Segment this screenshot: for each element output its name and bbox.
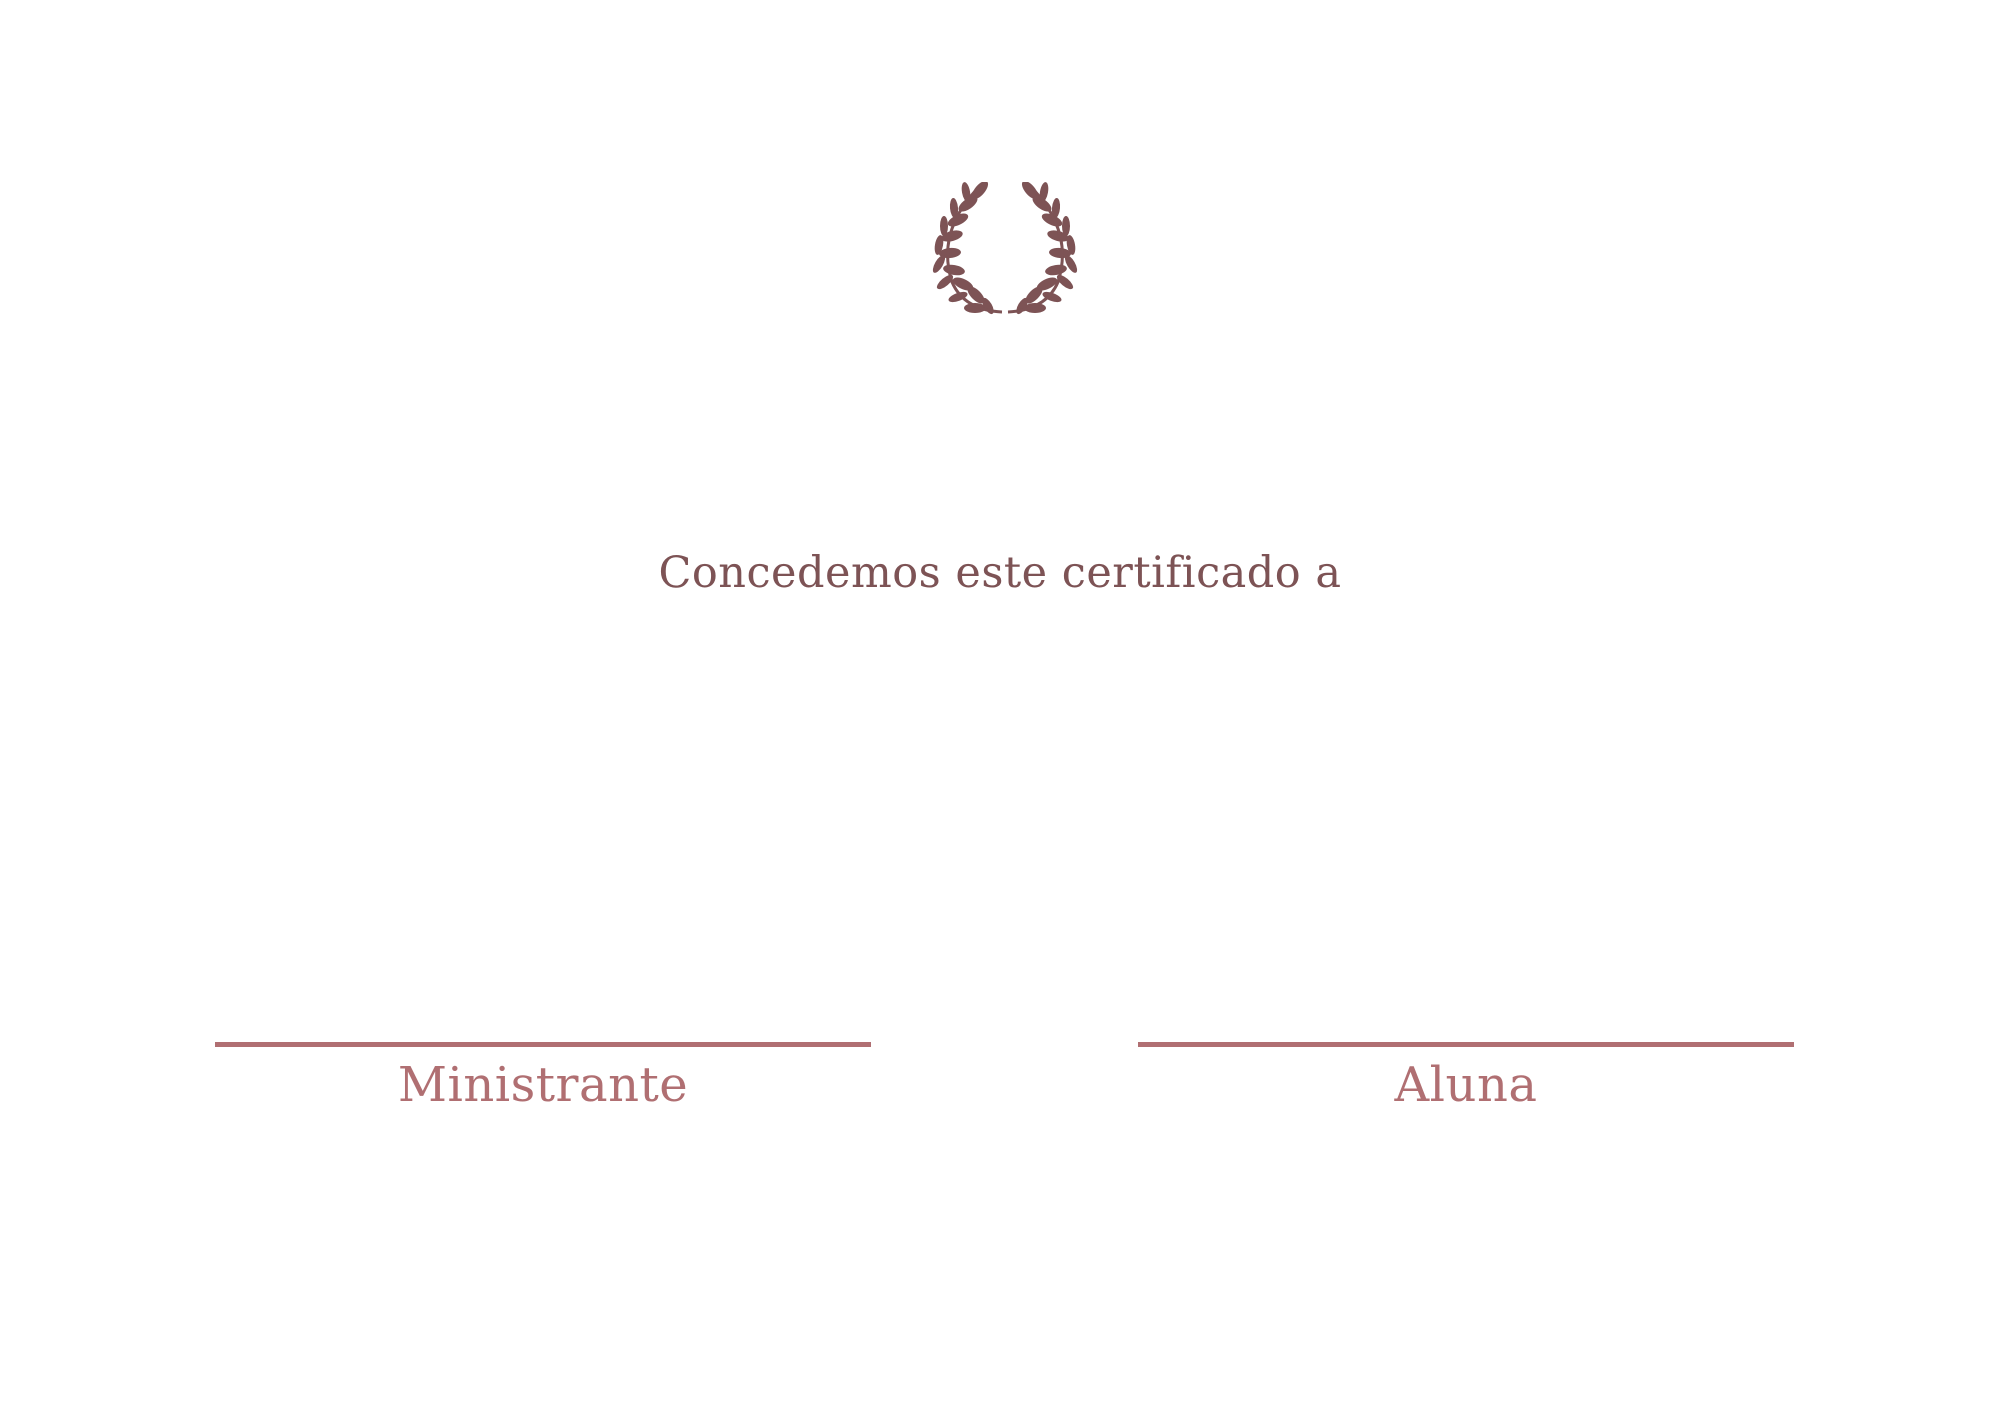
signature-label: Ministrante (397, 1057, 689, 1113)
signature-label: Aluna (1394, 1057, 1538, 1113)
signature-line (1138, 1042, 1794, 1047)
certificate-intro-text: Concedemos este certificado a (658, 548, 1342, 598)
certificate-page: Concedemos este certificado a Ministrant… (0, 0, 2000, 1414)
laurel-wreath-icon (932, 182, 1078, 315)
signature-block-aluna: Aluna (1138, 1042, 1794, 1113)
signature-block-ministrante: Ministrante (215, 1042, 871, 1113)
signature-line (215, 1042, 871, 1047)
